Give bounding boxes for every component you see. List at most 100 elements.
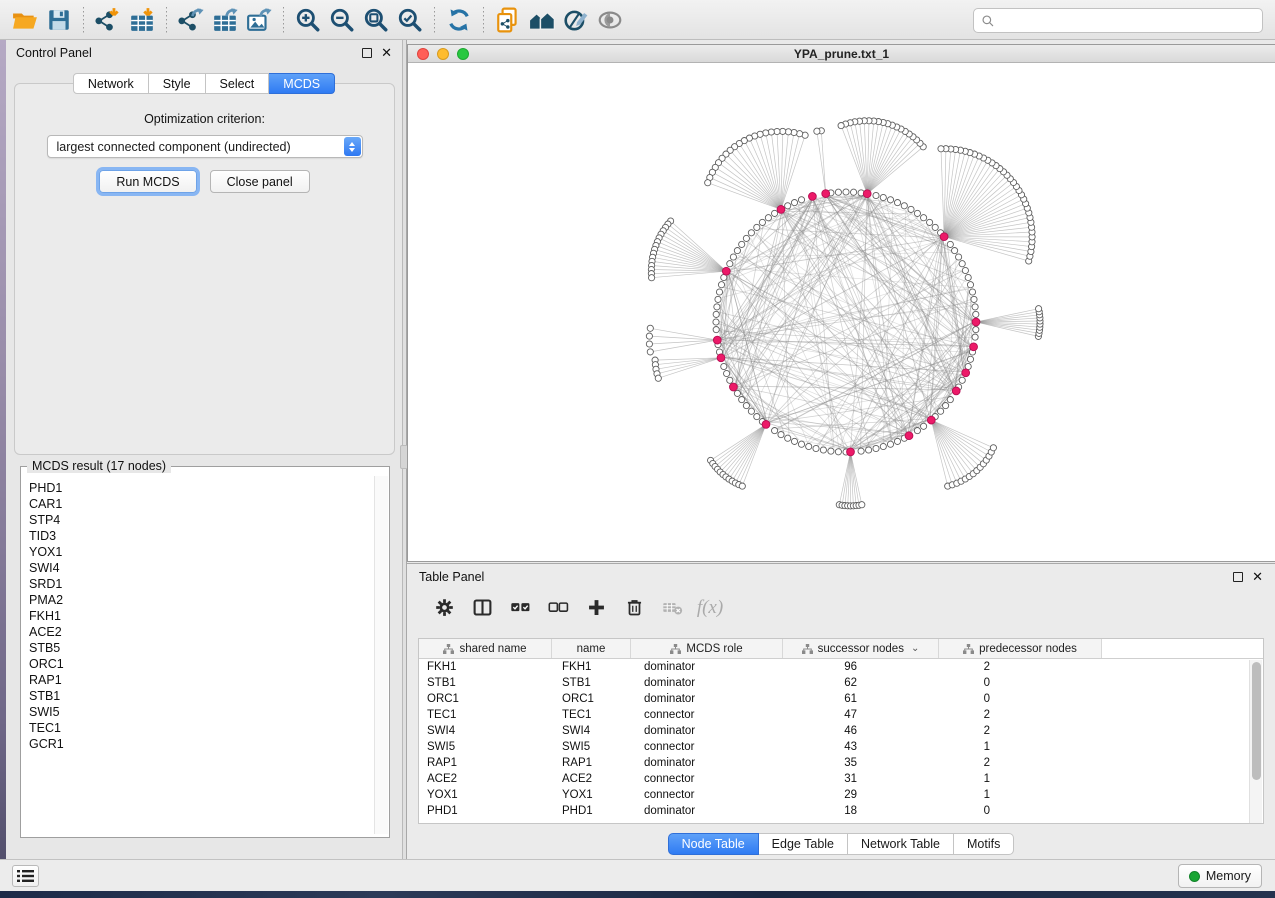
ring-node[interactable] (734, 248, 740, 254)
import-network-button[interactable] (91, 3, 125, 37)
leaf-node[interactable] (774, 128, 780, 134)
memory-button[interactable]: Memory (1178, 864, 1262, 888)
delete-column-button[interactable] (615, 593, 653, 623)
ring-node[interactable] (754, 414, 760, 420)
table-row-ORC1[interactable]: ORC1ORC1dominator610 (419, 691, 1263, 707)
mcds-result-item[interactable]: ACE2 (29, 624, 374, 640)
ring-node[interactable] (959, 377, 965, 383)
deselect-all-rows-button[interactable] (539, 593, 577, 623)
ring-node[interactable] (713, 319, 719, 325)
zoom-fit-button[interactable] (359, 3, 393, 37)
mcds-node[interactable] (940, 233, 948, 241)
mcds-result-item[interactable]: PMA2 (29, 592, 374, 608)
tab-node-table[interactable]: Node Table (668, 833, 759, 855)
mcds-node[interactable] (722, 267, 730, 275)
ring-node[interactable] (843, 189, 849, 195)
ring-node[interactable] (962, 267, 968, 273)
tab-mcds[interactable]: MCDS (269, 73, 335, 94)
ring-node[interactable] (785, 203, 791, 209)
column-header-shared-name[interactable]: shared name (419, 639, 552, 658)
save-session-button[interactable] (42, 3, 76, 37)
mcds-result-item[interactable]: SWI4 (29, 560, 374, 576)
table-row-ACE2[interactable]: ACE2ACE2connector311 (419, 771, 1263, 787)
ring-node[interactable] (894, 438, 900, 444)
mcds-node[interactable] (927, 416, 935, 424)
table-row-YOX1[interactable]: YOX1YOX1connector291 (419, 787, 1263, 803)
table-scrollbar[interactable] (1249, 660, 1262, 823)
network-graph[interactable] (408, 63, 1274, 561)
tab-network-table[interactable]: Network Table (848, 833, 954, 855)
mcds-node[interactable] (952, 387, 960, 395)
select-all-rows-button[interactable] (501, 593, 539, 623)
leaf-node[interactable] (859, 502, 865, 508)
tab-select[interactable]: Select (206, 73, 270, 94)
graphics-details-button[interactable] (593, 3, 627, 37)
mcds-result-item[interactable]: CAR1 (29, 496, 374, 512)
ring-node[interactable] (921, 215, 927, 221)
leaf-node[interactable] (1036, 306, 1042, 312)
ring-node[interactable] (713, 327, 719, 333)
ring-node[interactable] (713, 311, 719, 317)
select-stepper-icon[interactable] (344, 137, 361, 156)
ring-node[interactable] (947, 241, 953, 247)
ring-node[interactable] (828, 448, 834, 454)
column-header-name[interactable]: name (552, 639, 631, 658)
ring-node[interactable] (743, 403, 749, 409)
ring-node[interactable] (714, 304, 720, 310)
mcds-result-item[interactable]: TEC1 (29, 720, 374, 736)
ring-node[interactable] (873, 445, 879, 451)
table-row-STB1[interactable]: STB1STB1dominator620 (419, 675, 1263, 691)
ring-node[interactable] (858, 448, 864, 454)
show-panels-button[interactable] (12, 865, 39, 887)
ring-node[interactable] (932, 224, 938, 230)
export-image-button[interactable] (242, 3, 276, 37)
ring-node[interactable] (791, 438, 797, 444)
ring-node[interactable] (952, 248, 958, 254)
ring-node[interactable] (947, 397, 953, 403)
mcds-node[interactable] (762, 421, 770, 429)
mcds-result-item[interactable]: YOX1 (29, 544, 374, 560)
leaf-node[interactable] (838, 123, 844, 129)
network-canvas[interactable] (408, 63, 1274, 561)
ring-node[interactable] (927, 219, 933, 225)
search-box[interactable] (973, 8, 1263, 33)
leaf-node[interactable] (990, 445, 996, 451)
leaf-node[interactable] (739, 483, 745, 489)
export-network-button[interactable] (174, 3, 208, 37)
ring-node[interactable] (798, 441, 804, 447)
ring-node[interactable] (973, 311, 979, 317)
ring-node[interactable] (969, 289, 975, 295)
ring-node[interactable] (921, 423, 927, 429)
refresh-layout-button[interactable] (442, 3, 476, 37)
ring-node[interactable] (715, 296, 721, 302)
ring-node[interactable] (972, 334, 978, 340)
zoom-in-button[interactable] (291, 3, 325, 37)
close-panel-icon[interactable]: ✕ (381, 48, 392, 58)
table-row-TEC1[interactable]: TEC1TEC1connector472 (419, 707, 1263, 723)
ring-node[interactable] (965, 274, 971, 280)
ring-node[interactable] (914, 210, 920, 216)
mcds-node[interactable] (863, 190, 871, 198)
mcds-result-scrollbar[interactable] (374, 476, 388, 834)
split-panel-button[interactable] (463, 593, 501, 623)
mcds-node[interactable] (847, 448, 855, 456)
mcds-node[interactable] (970, 343, 978, 351)
zoom-out-button[interactable] (325, 3, 359, 37)
leaf-node[interactable] (655, 375, 661, 381)
mcds-node[interactable] (972, 318, 980, 326)
ring-node[interactable] (956, 254, 962, 260)
leaf-node[interactable] (938, 146, 944, 152)
mcds-node[interactable] (777, 206, 785, 214)
ring-node[interactable] (739, 397, 745, 403)
ring-node[interactable] (734, 390, 740, 396)
tab-network[interactable]: Network (73, 73, 149, 94)
ring-node[interactable] (748, 230, 754, 236)
mcds-node[interactable] (905, 432, 913, 440)
table-row-RAP1[interactable]: RAP1RAP1dominator352 (419, 755, 1263, 771)
column-settings-button[interactable] (425, 593, 463, 623)
table-row-FKH1[interactable]: FKH1FKH1dominator962 (419, 659, 1263, 675)
open-file-button[interactable] (8, 3, 42, 37)
ring-node[interactable] (973, 327, 979, 333)
float-panel-icon[interactable] (362, 48, 372, 58)
ring-node[interactable] (759, 219, 765, 225)
